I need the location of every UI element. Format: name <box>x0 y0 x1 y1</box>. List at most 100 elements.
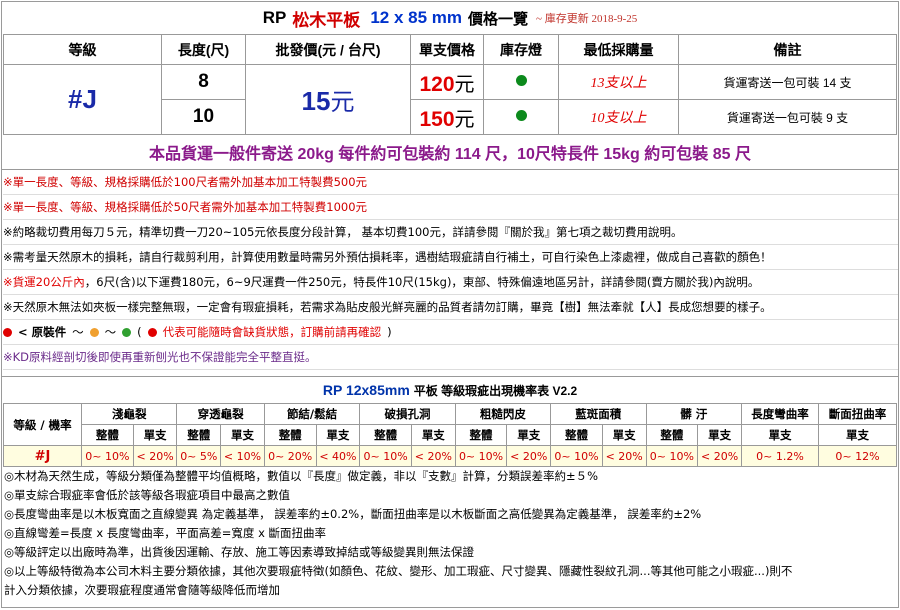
footnote-item: ◎以上等級特徵為本公司木料主要分類依據，其他次要瑕疵特徵(如顏色、花紋、變形、加… <box>4 564 793 578</box>
stock-legend: < 原裝件 ～ ～ ( 代表可能隨時會缺貨狀態，訂購前請再確認 ) <box>3 320 898 345</box>
legend-green-dot-icon <box>122 327 132 337</box>
legend-text: 代表可能隨時會缺貨狀態，訂購前請再確認 <box>162 325 382 339</box>
defect-sub-single: 單支 <box>741 424 819 446</box>
price-table-header: 等級 長度(尺) 批發價(元 / 台尺) 單支價格 庫存燈 最低採購量 備註 <box>3 34 897 65</box>
product-code: RP <box>262 8 287 27</box>
defect-value-cell: 0~ 12% <box>818 445 897 467</box>
col-unit-price: 單支價格 <box>410 34 484 65</box>
col-wholesale: 批發價(元 / 台尺) <box>245 34 411 65</box>
defect-sub-single: 單支 <box>601 424 647 446</box>
wholesale-price-cell: 15元 <box>245 64 411 135</box>
note-cell: 貨運寄送一包可裝 14 支 <box>678 64 897 100</box>
defect-sub-whole: 整體 <box>645 424 699 446</box>
defect-col-category: 藍斑面積 <box>550 403 647 425</box>
defect-value-cell: < 20% <box>506 445 552 467</box>
defect-col-category: 破損孔洞 <box>359 403 456 425</box>
footnote-item: ◎長度彎曲率是以木板寬面之直線變異 為定義基準， 誤差率約±0.2%，斷面扭曲率… <box>4 507 702 521</box>
length-cell: 10 <box>161 99 246 135</box>
price-table: 等級 長度(尺) 批發價(元 / 台尺) 單支價格 庫存燈 最低採購量 備註 #… <box>3 34 897 135</box>
defect-sub-single: 單支 <box>132 424 178 446</box>
col-stock-light: 庫存燈 <box>483 34 559 65</box>
legend-separator: ～ <box>104 325 117 339</box>
min-purchase-cell: 10支以上 <box>558 99 679 135</box>
stock-light-green-icon <box>515 110 527 121</box>
legend-paren-open: ( <box>137 325 142 339</box>
defect-grade-cell: #J <box>3 445 82 467</box>
defect-value-row: #J 0~ 10% < 20% 0~ 5% < 10% 0~ 20% < 40%… <box>3 445 897 467</box>
footnote-item: ◎等級評定以出廠時為準，出貨後因運輸、存放、施工等因素導致掉結或等級變異則無法保… <box>4 545 475 559</box>
defect-value-cell: 0~ 1.2% <box>741 445 819 467</box>
rules-list: ※單一長度、等級、規格採購低於100尺者需外加基本加工特製費500元 ※單一長度… <box>2 170 898 370</box>
defect-col-category: 髒 汙 <box>645 403 743 425</box>
defect-sub-single: 單支 <box>220 424 265 446</box>
defect-title-spec: RP 12x85mm <box>322 382 410 398</box>
defect-value-cell: 0~ 10% <box>645 445 699 467</box>
footnote-item: ◎直線彎差=長度 x 長度彎曲率，平面高差=寬度 x 斷面扭曲率 <box>4 526 327 540</box>
defect-col-category: 淺龜裂 <box>80 403 178 425</box>
product-spec: 12 x 85 mm <box>370 8 462 27</box>
price-row: #J 8 15元 120元 13支以上 貨運寄送一包可裝 14 支 <box>3 64 897 135</box>
defect-sub-single: 單支 <box>315 424 361 446</box>
defect-sub-single: 單支 <box>506 424 552 446</box>
legend-separator: ～ <box>72 325 84 339</box>
defect-value-cell: 0~ 5% <box>176 445 222 467</box>
stock-light-cell <box>483 99 559 135</box>
page-header: RP 松木平板 12 x 85 mm 價格一覽 ~ 庫存更新 2018-9-25 <box>2 2 898 34</box>
product-title-suffix: 價格一覽 <box>468 10 529 28</box>
defect-sub-whole: 整體 <box>550 424 603 446</box>
defect-table: 等級 / 機率 淺龜裂 穿透龜裂 節結/鬆結 破損孔洞 粗糙閃皮 藍斑面積 髒 … <box>3 403 897 467</box>
defect-sub-single: 單支 <box>410 424 456 446</box>
note-cell: 貨運寄送一包可裝 9 支 <box>678 99 897 135</box>
unit-price-unit: 元 <box>454 108 475 131</box>
defect-value-cell: < 20% <box>132 445 178 467</box>
defect-table-title: RP 12x85mm 平板 等級瑕疵出現機率表 V2.2 <box>2 376 898 403</box>
page: { "header":{"code":"RP","name":"松木平板","s… <box>1 1 899 608</box>
defect-sub-whole: 整體 <box>359 424 412 446</box>
defect-value-cell: < 40% <box>315 445 361 467</box>
stock-update-date: ~ 庫存更新 2018-9-25 <box>536 13 638 25</box>
length-cell: 8 <box>161 64 246 100</box>
rule-item: ※需考量天然原木的損耗，請自行裁剪利用，計算使用數量時需另外預估損耗率，遇樹結瑕… <box>3 245 898 270</box>
stock-light-cell <box>483 64 559 100</box>
rule-item: ※單一長度、等級、規格採購低於100尺者需外加基本加工特製費500元 <box>3 170 898 195</box>
defect-col-category: 長度彎曲率 <box>741 403 819 425</box>
shipping-weight-highlight: 貨運20公斤內 <box>12 275 85 289</box>
rule-item: ※KD原料經剖切後即使再重新刨光也不保證能完全平整直挺。 <box>3 345 898 370</box>
legend-orange-dot-icon <box>89 327 99 337</box>
rule-item: ※天然原木無法如夾板一樣完整無瑕，一定會有瑕疵損耗，若需求為貼皮般光鮮亮麗的品質… <box>3 295 898 320</box>
defect-col-category: 節結/鬆結 <box>263 403 361 425</box>
defect-header-row: 等級 / 機率 淺龜裂 穿透龜裂 節結/鬆結 破損孔洞 粗糙閃皮 藍斑面積 髒 … <box>3 403 897 446</box>
defect-sub-whole: 整體 <box>263 424 317 446</box>
unit-price-cell: 150元 <box>410 99 484 135</box>
defect-col-category: 穿透龜裂 <box>176 403 265 425</box>
legend-red-dot-icon <box>3 327 12 337</box>
defect-sub-whole: 整體 <box>81 424 134 446</box>
footnotes: ◎木材為天然生成，等級分類僅為整體平均值概略，數值以『長度』做定義，非以『支數』… <box>2 467 898 600</box>
defect-sub-whole: 整體 <box>454 424 508 446</box>
grade-cell: #J <box>3 64 162 135</box>
rule-item-text: ，6尺(含)以下運費180元，6~9尺運費一件250元，特長件10尺(15kg)… <box>84 275 760 289</box>
min-purchase-cell: 13支以上 <box>558 64 679 100</box>
defect-sub-single: 單支 <box>818 424 897 446</box>
wholesale-value: 15 <box>301 86 331 116</box>
rule-item: ※貨運20公斤內，6尺(含)以下運費180元，6~9尺運費一件250元，特長件1… <box>3 270 898 295</box>
defect-value-cell: < 20% <box>601 445 647 467</box>
defect-sub-whole: 整體 <box>176 424 222 446</box>
unit-price-cell: 120元 <box>410 64 484 100</box>
defect-value-cell: 0~ 20% <box>263 445 317 467</box>
defect-value-cell: 0~ 10% <box>81 445 134 467</box>
defect-value-cell: < 20% <box>697 445 742 467</box>
col-grade: 等級 <box>3 34 162 65</box>
defect-value-cell: 0~ 10% <box>359 445 412 467</box>
footnote-item: 計入分類依據，次要瑕疵程度通常會隨等級降低而增加 <box>4 583 280 597</box>
defect-subheader-row: 整體 單支 整體 單支 整體 單支 整體 單支 整體 單支 整體 單支 整體 單… <box>4 424 897 446</box>
defect-sub-single: 單支 <box>697 424 742 446</box>
defect-col-category: 粗糙閃皮 <box>454 403 552 425</box>
col-min-purchase: 最低採購量 <box>558 34 679 65</box>
product-name: 松木平板 <box>292 10 361 30</box>
col-length: 長度(尺) <box>161 34 246 65</box>
legend-prefix: < 原裝件 <box>18 325 67 339</box>
footnote-item: ◎單支綜合瑕疵率會低於該等級各瑕疵項目中最高之數值 <box>4 488 291 502</box>
footnote-item: ◎木材為天然生成，等級分類僅為整體平均值概略，數值以『長度』做定義，非以『支數』… <box>4 469 599 483</box>
stock-light-green-icon <box>515 75 527 86</box>
